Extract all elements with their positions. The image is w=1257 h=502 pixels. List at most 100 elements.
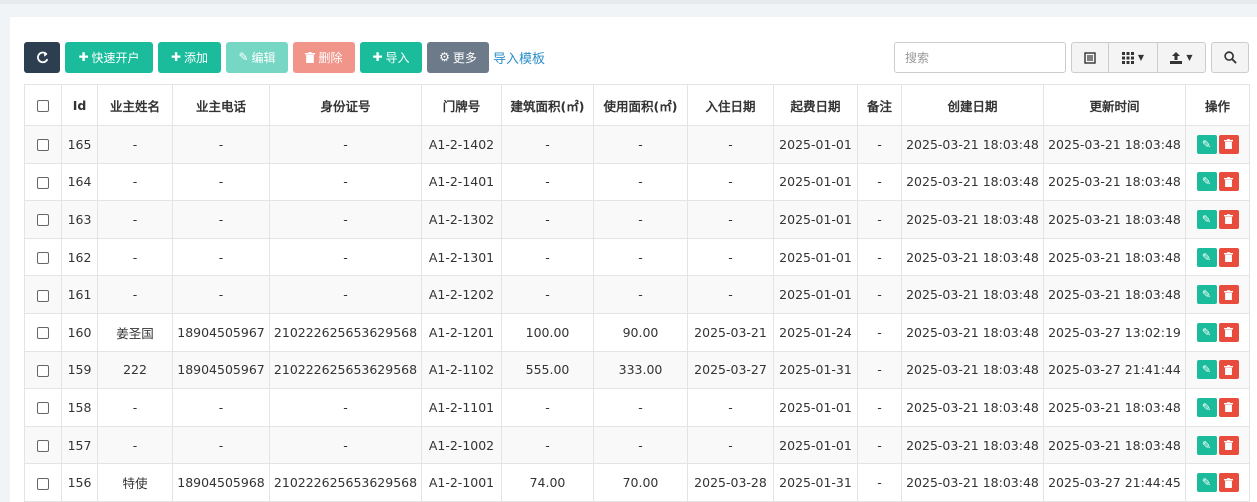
column-header[interactable]: 创建日期 bbox=[901, 84, 1044, 126]
row-checkbox[interactable] bbox=[37, 252, 49, 265]
row-edit-button[interactable]: ✎ bbox=[1196, 285, 1217, 305]
row-edit-button[interactable]: ✎ bbox=[1196, 473, 1217, 493]
row-edit-button[interactable]: ✎ bbox=[1196, 435, 1217, 455]
table-row[interactable]: 158- - - A1-2-1101- - -2025-01-01-2025-03-21 … bbox=[24, 388, 1250, 427]
column-header[interactable]: 身份证号 bbox=[269, 84, 422, 126]
row-checkbox[interactable] bbox=[37, 139, 49, 152]
row-checkbox[interactable] bbox=[37, 289, 49, 302]
row-delete-button[interactable] bbox=[1218, 285, 1239, 305]
row-checkbox[interactable] bbox=[37, 327, 49, 340]
row-edit-button[interactable]: ✎ bbox=[1196, 247, 1217, 267]
row-select-cell[interactable] bbox=[24, 237, 62, 277]
table-row[interactable]: 165- - - A1-2-1402- - -2025-01-01-2025-03-21 … bbox=[24, 125, 1250, 164]
table-row[interactable]: 156 特使 18904505968 210222625653629568 A1-2-1… bbox=[24, 463, 1250, 502]
table-cell: - bbox=[97, 125, 173, 164]
trash-icon bbox=[1224, 214, 1233, 225]
table-row[interactable]: 159 222 18904505967 210222625653629568 A1-2-… bbox=[24, 350, 1250, 390]
table-cell: 2025-03-27 bbox=[687, 350, 774, 390]
row-checkbox[interactable] bbox=[37, 402, 49, 415]
column-header[interactable]: 备注 bbox=[857, 84, 902, 126]
quick-open-account-button[interactable]: ✚ 快速开户 bbox=[65, 41, 153, 73]
table-cell: - bbox=[172, 125, 270, 164]
table-row[interactable]: 163- - - A1-2-1302- - -2025-01-01-2025-03-21 … bbox=[24, 200, 1250, 239]
row-edit-button[interactable]: ✎ bbox=[1196, 172, 1217, 192]
column-header[interactable]: 业主电话 bbox=[172, 84, 270, 126]
row-delete-button[interactable] bbox=[1218, 172, 1239, 192]
table-cell: 161 bbox=[61, 275, 98, 314]
refresh-button[interactable] bbox=[24, 41, 60, 73]
table-cell: - bbox=[501, 125, 594, 164]
column-header[interactable]: 更新时间 bbox=[1043, 84, 1186, 126]
row-actions: ✎ bbox=[1185, 425, 1250, 465]
table-row[interactable]: 160 姜圣国 18904505967 210222625653629568 A1-2-… bbox=[24, 312, 1250, 352]
table-cell: 2025-03-21 18:03:48 bbox=[901, 388, 1044, 427]
row-checkbox[interactable] bbox=[37, 214, 49, 227]
toggle-view-button[interactable] bbox=[1072, 43, 1109, 72]
table-cell: - bbox=[857, 237, 902, 277]
columns-dropdown-button[interactable]: ▼ bbox=[1109, 43, 1158, 72]
row-delete-button[interactable] bbox=[1218, 247, 1239, 267]
row-select-cell[interactable] bbox=[24, 425, 62, 465]
table-cell: 2025-01-01 bbox=[773, 425, 858, 465]
row-edit-button[interactable]: ✎ bbox=[1196, 209, 1217, 229]
row-select-cell[interactable] bbox=[24, 125, 62, 164]
search-button[interactable] bbox=[1211, 42, 1249, 73]
table-cell: 姜圣国 bbox=[97, 312, 173, 352]
export-dropdown-button[interactable]: ▼ bbox=[1158, 43, 1205, 72]
row-delete-button[interactable] bbox=[1218, 134, 1239, 154]
row-checkbox[interactable] bbox=[37, 440, 49, 453]
table-cell: - bbox=[857, 425, 902, 465]
edit-button[interactable]: ✎ 编辑 bbox=[226, 41, 288, 73]
table-row[interactable]: 157- - - A1-2-1002- - -2025-01-01-2025-03-21 … bbox=[24, 425, 1250, 465]
header-select-all[interactable] bbox=[24, 84, 62, 126]
top-strip bbox=[0, 0, 1257, 4]
table-cell: 2025-03-21 18:03:48 bbox=[901, 312, 1044, 352]
column-header[interactable]: 使用面积(㎡) bbox=[593, 84, 688, 126]
row-select-cell[interactable] bbox=[24, 350, 62, 390]
row-actions: ✎ bbox=[1185, 162, 1250, 202]
delete-button[interactable]: 删除 bbox=[293, 41, 355, 73]
row-select-cell[interactable] bbox=[24, 388, 62, 427]
column-header[interactable]: 门牌号 bbox=[421, 84, 502, 126]
row-select-cell[interactable] bbox=[24, 312, 62, 352]
row-checkbox[interactable] bbox=[37, 477, 49, 490]
row-edit-button[interactable]: ✎ bbox=[1196, 322, 1217, 342]
table-cell: 160 bbox=[61, 312, 98, 352]
column-header[interactable]: Id bbox=[61, 84, 98, 126]
table-cell: - bbox=[687, 162, 774, 202]
table-row[interactable]: 162- - - A1-2-1301- - -2025-01-01-2025-03-21 … bbox=[24, 237, 1250, 277]
row-select-cell[interactable] bbox=[24, 162, 62, 202]
row-delete-button[interactable] bbox=[1218, 322, 1239, 342]
row-edit-button[interactable]: ✎ bbox=[1196, 134, 1217, 154]
table-row[interactable]: 164- - - A1-2-1401- - -2025-01-01-2025-03-21 … bbox=[24, 162, 1250, 202]
row-delete-button[interactable] bbox=[1218, 209, 1239, 229]
column-header[interactable]: 业主姓名 bbox=[97, 84, 173, 126]
row-actions: ✎ bbox=[1185, 200, 1250, 239]
row-delete-button[interactable] bbox=[1218, 360, 1239, 380]
row-select-cell[interactable] bbox=[24, 275, 62, 314]
column-header[interactable]: 起费日期 bbox=[773, 84, 858, 126]
row-actions: ✎ bbox=[1185, 237, 1250, 277]
search-input[interactable] bbox=[894, 42, 1066, 73]
row-checkbox[interactable] bbox=[37, 364, 49, 377]
trash-icon bbox=[305, 51, 316, 63]
row-delete-button[interactable] bbox=[1218, 435, 1239, 455]
row-edit-button[interactable]: ✎ bbox=[1196, 397, 1217, 417]
row-select-cell[interactable] bbox=[24, 200, 62, 239]
row-select-cell[interactable] bbox=[24, 463, 62, 502]
grid-icon bbox=[1121, 51, 1134, 64]
row-delete-button[interactable] bbox=[1218, 397, 1239, 417]
table-cell: 2025-03-21 18:03:48 bbox=[901, 350, 1044, 390]
table-row[interactable]: 161- - - A1-2-1202- - -2025-01-01-2025-03-21 … bbox=[24, 275, 1250, 314]
column-header[interactable]: 入住日期 bbox=[687, 84, 774, 126]
select-all-checkbox[interactable] bbox=[37, 100, 49, 112]
column-header[interactable]: 建筑面积(㎡) bbox=[501, 84, 594, 126]
row-checkbox[interactable] bbox=[37, 176, 49, 189]
more-button[interactable]: ⚙ 更多 bbox=[427, 41, 489, 73]
row-delete-button[interactable] bbox=[1218, 473, 1239, 493]
import-button[interactable]: ✚ 导入 bbox=[360, 41, 422, 73]
add-button[interactable]: ✚ 添加 bbox=[158, 41, 221, 73]
row-edit-button[interactable]: ✎ bbox=[1196, 360, 1217, 380]
table-cell: 2025-01-01 bbox=[773, 125, 858, 164]
import-template-link[interactable]: 导入模板 bbox=[493, 48, 545, 67]
